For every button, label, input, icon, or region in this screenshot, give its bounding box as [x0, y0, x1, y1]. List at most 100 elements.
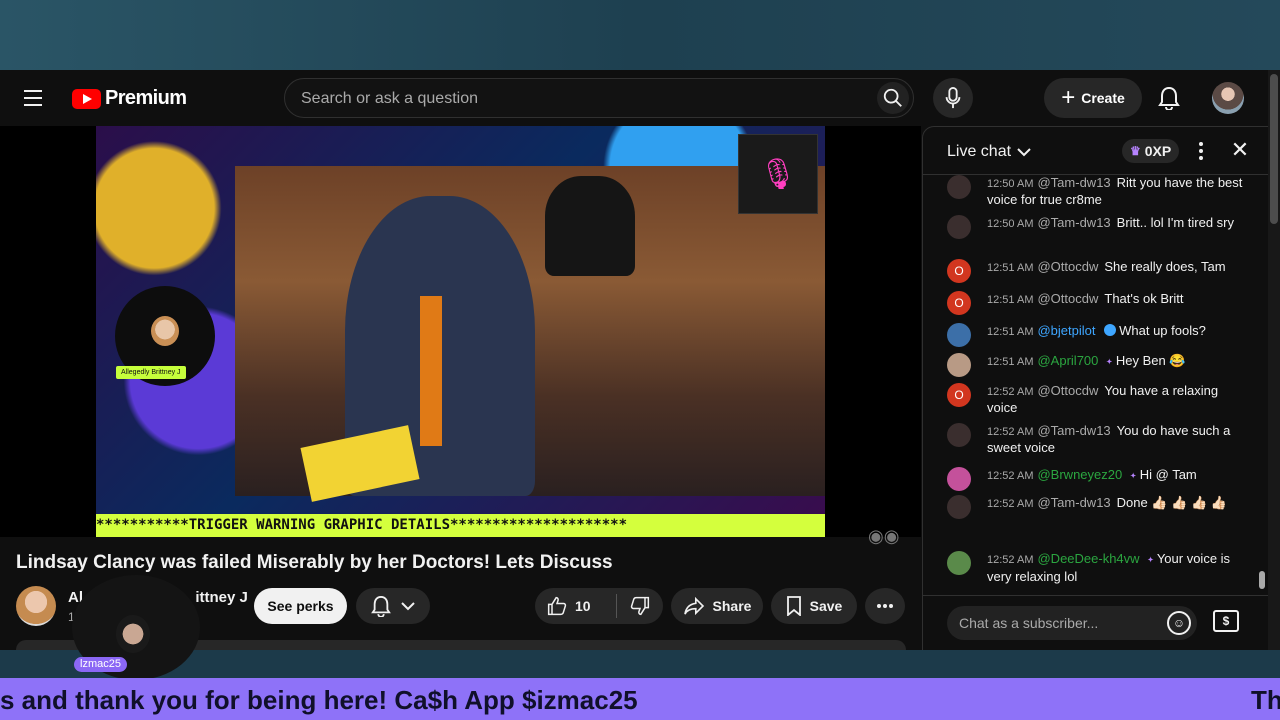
- save-button[interactable]: Save: [771, 588, 857, 624]
- see-perks-button[interactable]: See perks: [254, 588, 347, 624]
- voice-search-button[interactable]: [933, 78, 973, 118]
- chat-author-avatar[interactable]: [947, 215, 971, 239]
- chat-message[interactable]: 12:52 AM @DeeDee-kh4vw ✦ Your voice is ver…: [947, 551, 1247, 585]
- chat-author-name[interactable]: @Tam-dw13: [1037, 495, 1110, 510]
- chat-author-avatar[interactable]: [947, 551, 971, 575]
- chat-author-name[interactable]: @Tam-dw13: [1037, 175, 1110, 190]
- more-vertical-icon[interactable]: [1191, 139, 1211, 163]
- chat-author-avatar[interactable]: O: [947, 291, 971, 315]
- chat-message[interactable]: 12:50 AM @Tam-dw13 Ritt you have the best …: [947, 175, 1247, 208]
- emoji-icon[interactable]: ☺: [1167, 611, 1191, 635]
- account-avatar[interactable]: [1212, 82, 1244, 114]
- like-button[interactable]: 10: [535, 594, 617, 618]
- chat-author-avatar[interactable]: [947, 175, 971, 199]
- channel-name-right: ittney J: [195, 589, 248, 606]
- chat-message[interactable]: 12:52 AM @Tam-dw13 Done 👍🏻 👍🏻 👍🏻 👍🏻: [947, 495, 1247, 519]
- xp-badge[interactable]: ♛ 0XP: [1122, 139, 1180, 163]
- chat-author-name[interactable]: @Ottocdw: [1037, 383, 1098, 398]
- youtube-logo[interactable]: Premium: [72, 87, 187, 110]
- orange-tie: [420, 296, 442, 446]
- chat-author-name[interactable]: @Brwneyez20: [1037, 467, 1122, 482]
- video-frame[interactable]: 🎙 Allegedly Brittney J ***********TRIGGE…: [96, 126, 825, 537]
- create-label: Create: [1081, 90, 1125, 106]
- chat-author-name[interactable]: @bjetpilot: [1037, 323, 1095, 338]
- create-button[interactable]: + Create: [1044, 78, 1142, 118]
- chat-author-avatar[interactable]: [947, 323, 971, 347]
- notification-settings-button[interactable]: [356, 588, 430, 624]
- share-icon: [683, 597, 704, 615]
- member-badge-icon: ✦: [1106, 359, 1113, 366]
- chat-message-body: 12:50 AM @Tam-dw13 Ritt you have the best …: [987, 175, 1247, 208]
- chat-author-name[interactable]: @Tam-dw13: [1037, 423, 1110, 438]
- chat-timestamp: 12:52 AM: [987, 426, 1034, 438]
- more-actions-button[interactable]: [865, 588, 905, 624]
- chat-message-text: That's ok Britt: [1104, 291, 1184, 306]
- chat-timestamp: 12:51 AM: [987, 356, 1034, 368]
- video-player[interactable]: 🎙 Allegedly Brittney J ***********TRIGGE…: [0, 126, 921, 546]
- like-dislike-group: 10: [535, 588, 663, 624]
- chat-input[interactable]: Chat as a subscriber... ☺: [947, 606, 1197, 640]
- chat-message-text: Hey Ben 😂: [1115, 353, 1186, 368]
- chat-message-text: She really does, Tam: [1104, 259, 1226, 274]
- chat-message-body: 12:50 AM @Tam-dw13 Britt.. lol I'm tired s…: [987, 215, 1247, 232]
- chat-author-avatar[interactable]: O: [947, 259, 971, 283]
- courtroom-scene: [235, 166, 825, 502]
- close-icon[interactable]: ✕: [1229, 137, 1251, 165]
- bookmark-icon: [786, 596, 801, 616]
- chat-author-avatar[interactable]: O: [947, 383, 971, 407]
- chat-message[interactable]: O 12:52 AM @Ottocdw You have a relaxing voi…: [947, 383, 1247, 416]
- member-badge-icon: ✦: [1130, 473, 1137, 480]
- more-horizontal-icon: [877, 604, 893, 608]
- chat-author-name[interactable]: @DeeDee-kh4vw: [1037, 551, 1139, 566]
- host-face: [151, 316, 179, 346]
- chat-message-text: Britt.. lol I'm tired sry: [1116, 215, 1234, 230]
- judge-figure: [545, 176, 635, 276]
- chat-author-avatar[interactable]: [947, 423, 971, 447]
- chat-author-avatar[interactable]: [947, 353, 971, 377]
- chat-author-name[interactable]: @Ottocdw: [1037, 259, 1098, 274]
- channel-avatar[interactable]: [16, 586, 56, 626]
- notifications-button[interactable]: [1155, 84, 1183, 112]
- chat-title: Live chat: [947, 143, 1012, 160]
- search-icon: [883, 88, 902, 107]
- chat-author-avatar[interactable]: [947, 467, 971, 491]
- chevron-down-icon: [1017, 148, 1031, 157]
- plus-icon: +: [1061, 84, 1076, 111]
- save-label: Save: [809, 598, 843, 614]
- live-chat-panel: Live chat ♛ 0XP ✕ 12:50 AM @Tam-dw13 Ritt …: [922, 126, 1269, 650]
- chat-message[interactable]: 12:51 AM @bjetpilot What up fools?: [947, 323, 1247, 347]
- chat-author-avatar[interactable]: [947, 495, 971, 519]
- like-count: 10: [575, 598, 591, 614]
- chat-message[interactable]: 12:52 AM @Brwneyez20 ✦ Hi @ Tam: [947, 467, 1247, 491]
- chat-message-body: 12:52 AM @DeeDee-kh4vw ✦ Your voice is ver…: [987, 551, 1247, 585]
- chat-message-text: Done 👍🏻 👍🏻 👍🏻 👍🏻: [1116, 495, 1227, 510]
- bell-icon: [371, 595, 391, 617]
- stream-background-top: [0, 0, 1280, 70]
- page-scrollbar[interactable]: [1268, 70, 1280, 650]
- chat-message[interactable]: 12:52 AM @Tam-dw13 You do have such a swee…: [947, 423, 1247, 456]
- share-button[interactable]: Share: [671, 588, 763, 624]
- chat-mode-dropdown[interactable]: Live chat: [947, 143, 1031, 161]
- dislike-button[interactable]: [617, 596, 663, 616]
- thumbs-up-icon: [547, 596, 567, 616]
- search-button[interactable]: [877, 82, 909, 114]
- chat-author-name[interactable]: @Tam-dw13: [1037, 215, 1110, 230]
- chat-scrollbar[interactable]: [1259, 571, 1265, 589]
- logo-text: Premium: [105, 87, 187, 109]
- chat-messages: 12:50 AM @Tam-dw13 Ritt you have the best …: [923, 175, 1269, 595]
- chat-message[interactable]: 12:50 AM @Tam-dw13 Britt.. lol I'm tired s…: [947, 215, 1247, 239]
- super-chat-icon[interactable]: $: [1213, 610, 1239, 632]
- menu-icon[interactable]: [24, 87, 48, 109]
- video-title: Lindsay Clancy was failed Miserably by h…: [16, 552, 613, 573]
- eyes-watermark-icon: ◉◉: [868, 526, 900, 546]
- microphone-icon: [945, 87, 961, 109]
- chat-message[interactable]: 12:51 AM @April700 ✦ Hey Ben 😂: [947, 353, 1247, 377]
- chat-author-name[interactable]: @Ottocdw: [1037, 291, 1098, 306]
- page-scrollbar-thumb[interactable]: [1270, 74, 1278, 224]
- chat-message[interactable]: O 12:51 AM @Ottocdw She really does, Tam: [947, 259, 1247, 283]
- crown-icon: ♛: [1130, 144, 1141, 158]
- search-input[interactable]: Search or ask a question: [284, 78, 914, 118]
- chat-author-name[interactable]: @April700: [1037, 353, 1098, 368]
- xp-label: 0XP: [1144, 143, 1172, 159]
- chat-message[interactable]: O 12:51 AM @Ottocdw That's ok Britt: [947, 291, 1247, 315]
